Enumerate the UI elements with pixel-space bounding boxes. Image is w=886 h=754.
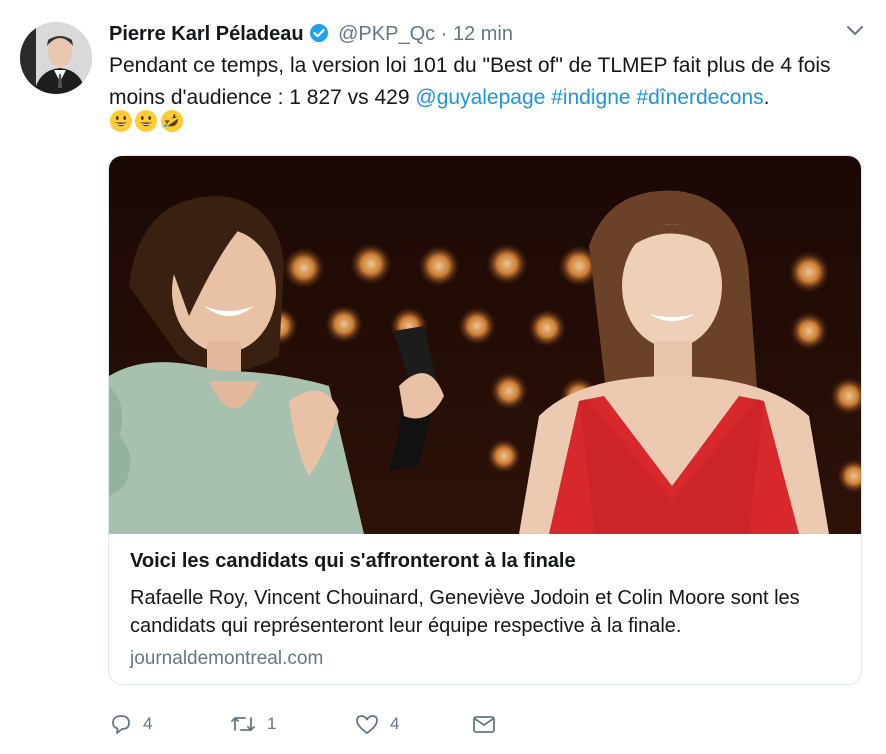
reply-icon: [112, 715, 130, 734]
link-preview-card[interactable]: Voici les candidats qui s'affronteront à…: [108, 155, 862, 685]
envelope-icon: [473, 716, 495, 733]
reply-count: 4: [143, 714, 153, 733]
card-image: [109, 156, 861, 534]
reply-button[interactable]: 4: [109, 712, 152, 736]
retweet-icon: [231, 717, 255, 731]
grinning-face-emoji-icon: [135, 110, 157, 132]
card-body: Voici les candidats qui s'affronteront à…: [130, 546, 850, 672]
author-name[interactable]: Pierre Karl Péladeau: [109, 23, 304, 45]
chevron-down-icon[interactable]: [846, 24, 864, 42]
rolling-on-floor-laughing-emoji-icon: [161, 110, 183, 132]
direct-message-button[interactable]: [471, 712, 497, 736]
tweet-header: Pierre Karl Péladeau @PKP_Qc · 12 min: [109, 20, 513, 51]
grinning-face-emoji-icon: [110, 110, 132, 132]
emoji-row: [109, 109, 185, 133]
like-button[interactable]: 4: [354, 712, 399, 736]
tweet: Pierre Karl Péladeau @PKP_Qc · 12 min Pe…: [0, 0, 886, 754]
timestamp[interactable]: 12 min: [453, 23, 513, 45]
avatar-photo: [20, 22, 92, 94]
separator-dot: ·: [440, 23, 448, 45]
card-title: Voici les candidats qui s'affronteront à…: [130, 550, 576, 572]
hashtag-link-dinerdecons[interactable]: #dînerdecons: [636, 86, 763, 109]
retweet-button[interactable]: 1: [229, 712, 276, 736]
mention-link[interactable]: @guyalepage: [415, 86, 545, 109]
heart-icon: [356, 715, 378, 734]
retweet-count: 1: [267, 714, 277, 733]
hashtag-link-indigne[interactable]: #indigne: [551, 86, 630, 109]
card-description: Rafaelle Roy, Vincent Chouinard, Geneviè…: [130, 587, 800, 637]
avatar[interactable]: [20, 22, 92, 94]
card-domain: journaldemontreal.com: [130, 648, 324, 669]
verified-badge-icon: [309, 23, 329, 51]
tweet-text: Pendant ce temps, la version loi 101 du …: [109, 50, 849, 114]
author-handle[interactable]: @PKP_Qc: [338, 23, 435, 45]
like-count: 4: [390, 714, 400, 733]
tweet-text-end: .: [763, 86, 770, 109]
